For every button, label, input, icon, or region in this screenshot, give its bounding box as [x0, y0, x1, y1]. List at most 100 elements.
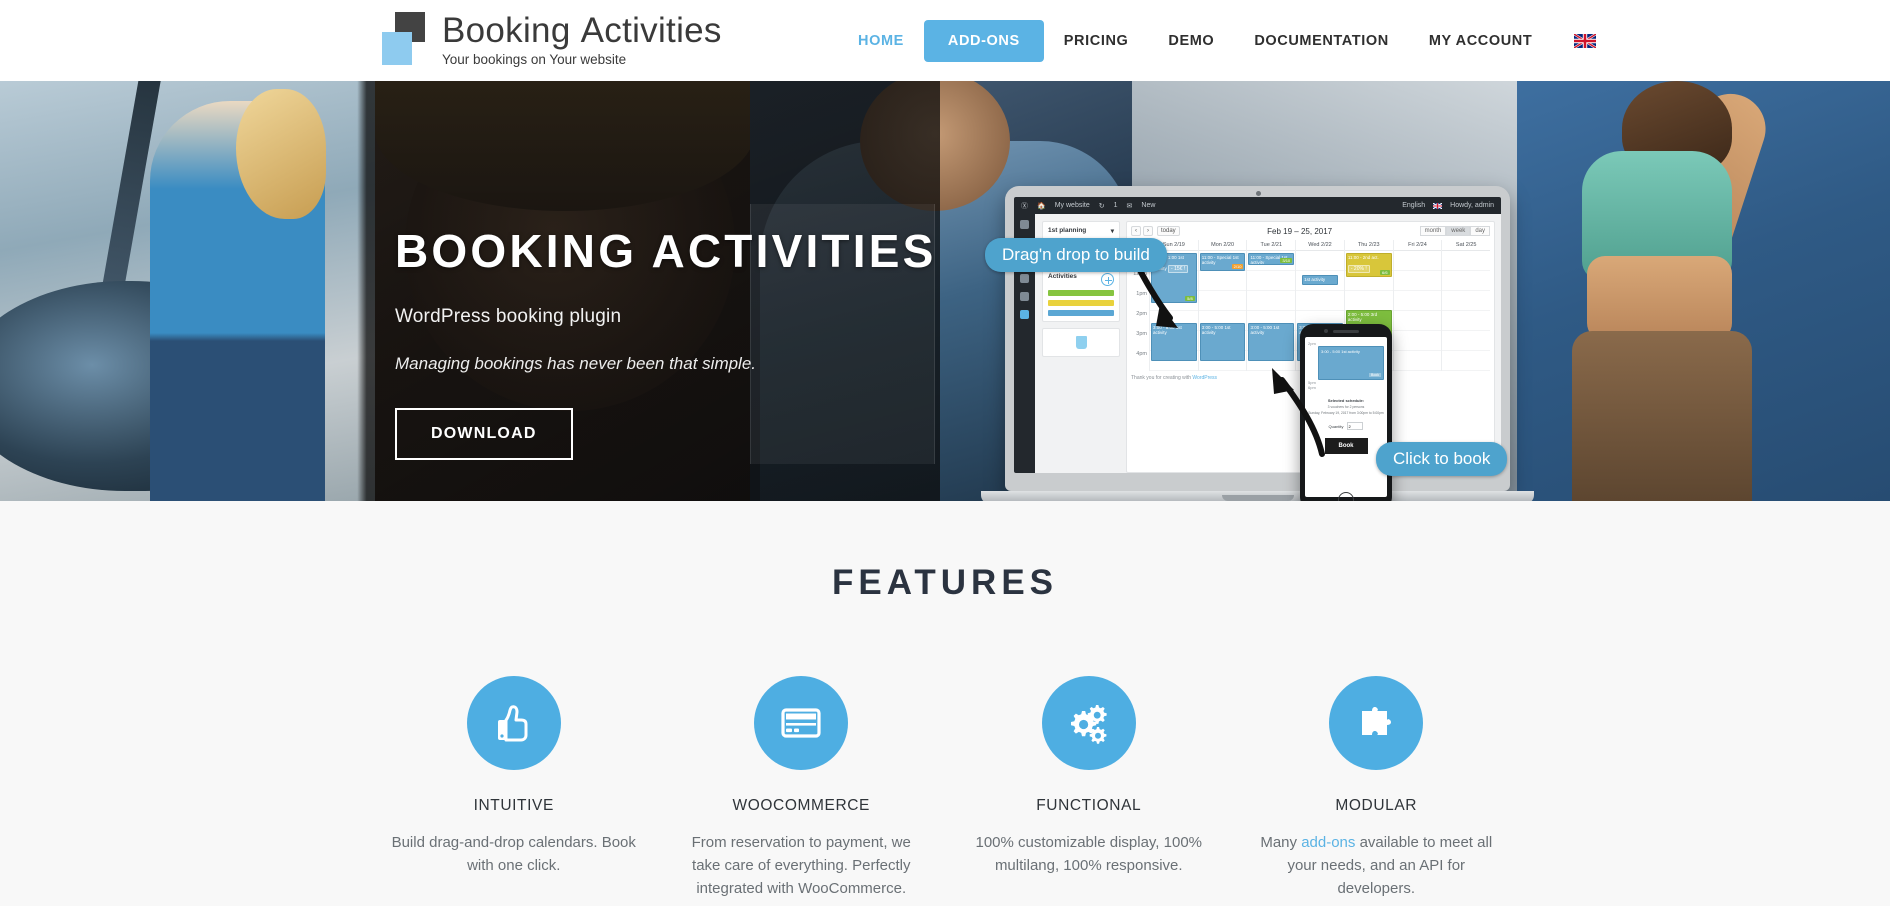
event-label: 11:00 - 2nd act.: [1347, 255, 1379, 260]
wp-menu-settings-icon[interactable]: [1020, 292, 1029, 301]
calendar-today-button[interactable]: today: [1157, 226, 1180, 236]
calendar-view-month[interactable]: month: [1419, 226, 1447, 236]
feature-title: INTUITIVE: [473, 797, 554, 814]
download-button[interactable]: DOWNLOAD: [395, 408, 573, 460]
calendar-next-button[interactable]: ›: [1143, 226, 1153, 236]
nav-item-home[interactable]: HOME: [838, 20, 924, 62]
activity-item[interactable]: [1048, 300, 1114, 306]
puzzle-piece-icon: [1329, 676, 1424, 770]
callout-drag-and-drop: Drag'n drop to build: [985, 238, 1167, 272]
hero-subtitle: WordPress booking plugin: [395, 306, 622, 327]
callout-click-to-book: Click to book: [1376, 442, 1508, 476]
wordpress-link[interactable]: WordPress: [1192, 375, 1217, 381]
features-list: INTUITIVE Build drag-and-drop calendars.…: [0, 676, 1890, 900]
calendar-view-week[interactable]: week: [1446, 226, 1471, 236]
two-squares-logo-icon: [380, 6, 432, 66]
hero-content: BOOKING ACTIVITIES WordPress booking plu…: [395, 223, 936, 460]
wp-updates-icon[interactable]: ↻: [1099, 202, 1105, 210]
nav-item-my-account[interactable]: MY ACCOUNT: [1409, 20, 1552, 62]
wp-home-icon[interactable]: 🏠: [1037, 202, 1046, 210]
climber-harness-shape: [1572, 331, 1752, 501]
planning-title: 1st planning: [1048, 227, 1087, 234]
feature-description: Build drag-and-drop calendars. Book with…: [391, 834, 636, 874]
logo-square-blue: [382, 32, 412, 65]
feature-modular: MODULAR Many add-ons available to meet a…: [1233, 676, 1521, 900]
calendar-day-header: Mon 2/20: [1198, 240, 1247, 251]
features-section: FEATURES INTUITIVE Build drag-and-drop c…: [0, 501, 1890, 906]
laptop-camera-icon: [1255, 191, 1261, 196]
hero-image-climber: [1517, 81, 1890, 501]
nav-item-documentation[interactable]: DOCUMENTATION: [1234, 20, 1409, 62]
brand-title-light: Booking: [442, 11, 571, 50]
calendar-time-label: 4pm: [1136, 351, 1147, 357]
calendar-event[interactable]: 3:00 - 5:00 1st activity: [1199, 323, 1246, 361]
calendar-day-column[interactable]: Sat 2/25: [1441, 240, 1491, 371]
calendar-prev-button[interactable]: ‹: [1131, 226, 1141, 236]
calendar-day-header: Tue 2/21: [1247, 240, 1296, 251]
add-activity-icon[interactable]: [1101, 273, 1114, 286]
feature-intuitive: INTUITIVE Build drag-and-drop calendars.…: [370, 676, 658, 900]
thumbs-up-icon: [466, 676, 561, 770]
feature-title: MODULAR: [1335, 797, 1418, 814]
add-ons-link[interactable]: add-ons: [1301, 834, 1355, 851]
calendar-event[interactable]: 3:00 - 5:00 1st activity: [1248, 323, 1295, 361]
wp-menu-dashboard-icon[interactable]: [1020, 220, 1029, 229]
phone-event-chip: Book: [1369, 373, 1381, 377]
credit-card-icon: [754, 676, 849, 770]
phone-speaker-icon: [1333, 330, 1359, 333]
wp-new-label[interactable]: New: [1141, 202, 1155, 209]
nav-item-pricing[interactable]: PRICING: [1044, 20, 1149, 62]
phone-mockup: 2pm 3:00 - 5:00 1st activity Book 5pm 6p…: [1272, 324, 1392, 501]
calendar-day-column[interactable]: Fri 2/24: [1392, 240, 1442, 371]
event-label: 3:00 - 5:00 1st activity: [1201, 325, 1231, 335]
wp-menu-pages-icon[interactable]: [1020, 274, 1029, 283]
wp-comment-count[interactable]: 1: [1114, 202, 1118, 209]
event-price: - 20% !: [1347, 265, 1370, 273]
wp-comments-icon[interactable]: ✉: [1127, 202, 1133, 210]
wp-howdy[interactable]: Howdy, admin: [1450, 202, 1494, 209]
hero-title: BOOKING ACTIVITIES: [395, 225, 937, 277]
wp-language[interactable]: English: [1402, 202, 1425, 209]
uk-flag-icon[interactable]: [1574, 34, 1597, 48]
calendar-day-header: Thu 2/23: [1344, 240, 1393, 251]
calendar-day-column[interactable]: Mon 2/20 11:00 - Special 1st activity 2/…: [1197, 240, 1247, 371]
climber-figure: [1527, 81, 1847, 501]
nav-item-add-ons[interactable]: ADD-ONS: [923, 20, 1044, 62]
planning-dropdown-icon[interactable]: ▾: [1111, 227, 1114, 235]
trash-panel[interactable]: [1042, 328, 1120, 357]
wp-logo-icon[interactable]: Ⓧ: [1021, 201, 1028, 211]
footer-text: Thank you for creating with: [1131, 375, 1193, 381]
calendar-event-dragging[interactable]: 1st activity: [1302, 275, 1338, 285]
calendar-range-title: Feb 19 – 25, 2017: [1267, 226, 1333, 236]
features-heading: FEATURES: [831, 563, 1059, 602]
calendar-view-day[interactable]: day: [1470, 226, 1490, 236]
brand-title-bold: Activities: [580, 11, 722, 50]
event-availability: 6/6: [1380, 270, 1390, 275]
event-availability: 3/10: [1280, 258, 1293, 263]
trash-icon[interactable]: [1075, 336, 1087, 349]
nav-item-demo[interactable]: DEMO: [1148, 20, 1234, 62]
hero-section: BOOKING ACTIVITIES WordPress booking plu…: [0, 81, 1890, 501]
calendar-toolbar: ‹ › today Feb 19 – 25, 2017 month week d…: [1131, 226, 1490, 236]
calendar-event[interactable]: 11:00 - 2nd act. - 20% ! 6/6: [1345, 253, 1392, 277]
brand-logo[interactable]: Booking Activities Your bookings on Your…: [380, 6, 722, 67]
activity-item[interactable]: [1048, 290, 1114, 296]
feature-woocommerce: WOOCOMMERCE From reservation to payment,…: [658, 676, 946, 900]
phone-quantity-input[interactable]: [1347, 422, 1364, 430]
wp-site-name[interactable]: My website: [1055, 202, 1090, 209]
laptop-notch: [1221, 495, 1294, 501]
calendar-event[interactable]: 11:00 - Special 1st activity 2/10: [1199, 253, 1246, 271]
wp-menu-booking-activities-icon[interactable]: [1020, 310, 1029, 319]
calendar-event[interactable]: 11:00 - Special 1st activity 3/10: [1248, 253, 1295, 265]
phone-home-button-icon[interactable]: [1338, 492, 1354, 501]
brand-title: Booking Activities: [442, 12, 722, 50]
activity-item[interactable]: [1048, 310, 1114, 316]
feature-title: WOOCOMMERCE: [732, 797, 870, 814]
calendar-day-header: Wed 2/22: [1296, 240, 1344, 251]
calendar-day-column[interactable]: Tue 2/21 11:00 - Special 1st activity 3/…: [1246, 240, 1296, 371]
feature-description: From reservation to payment, we take car…: [691, 834, 911, 897]
activities-title: Activities: [1048, 273, 1077, 280]
event-availability: 2/10: [1231, 264, 1244, 269]
feature-functional: FUNCTIONAL 100% customizable display, 10…: [945, 676, 1233, 900]
activities-panel: Activities: [1042, 267, 1120, 322]
